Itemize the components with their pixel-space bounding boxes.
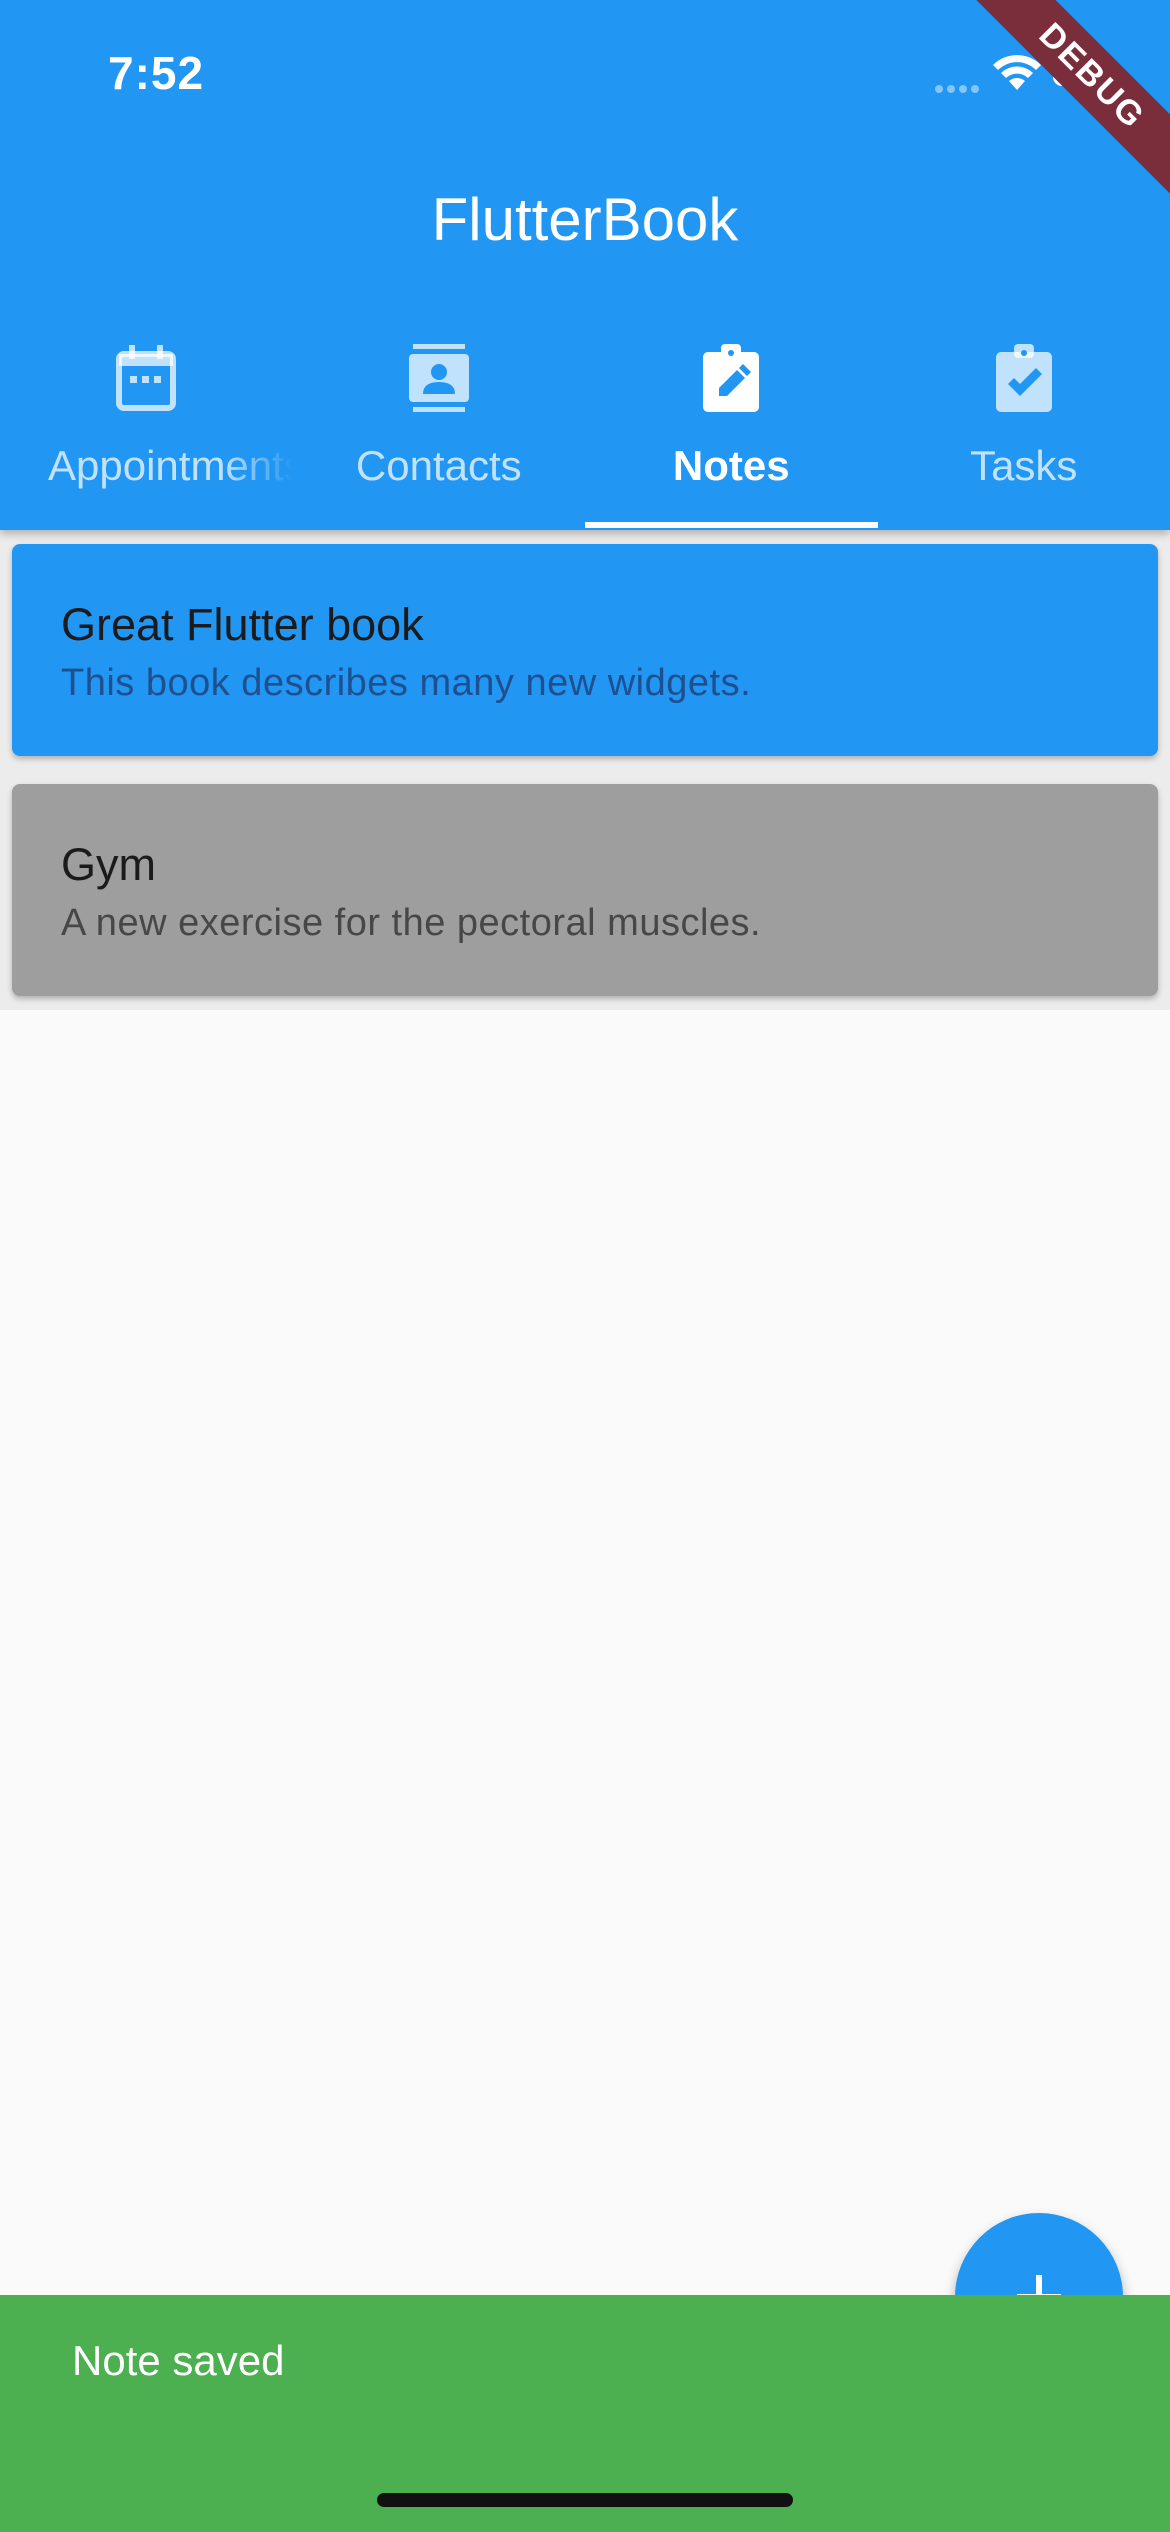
clipboard-edit-icon (703, 344, 760, 412)
tab-label: Notes (672, 442, 790, 489)
home-indicator[interactable] (377, 2493, 793, 2507)
tab-label: Tasks (970, 442, 1078, 489)
note-card[interactable]: Great Flutter book This book describes m… (12, 544, 1158, 756)
notes-list: Great Flutter book This book describes m… (0, 530, 1170, 1010)
tab-tasks[interactable]: Tasks (878, 330, 1170, 530)
clipboard-check-icon (995, 344, 1052, 412)
status-time: 7:52 (108, 47, 205, 99)
tab-notes[interactable]: Notes (585, 330, 878, 530)
calendar-icon (116, 345, 177, 411)
snackbar-message: Note saved (72, 2337, 285, 2384)
note-title: Gym (61, 839, 156, 890)
note-title: Great Flutter book (61, 599, 424, 650)
note-content: A new exercise for the pectoral muscles. (61, 902, 762, 944)
note-content: This book describes many new widgets. (61, 662, 752, 704)
tab-contacts[interactable]: Contacts (293, 330, 586, 530)
tab-bar: Appointments Contacts Notes Tasks (0, 330, 1170, 530)
tab-label: Appointments (48, 442, 293, 489)
tab-label: Contacts (355, 442, 522, 489)
debug-banner: DEBUG (970, 0, 1170, 200)
note-card[interactable]: Gym A new exercise for the pectoral musc… (12, 784, 1158, 996)
tab-appointments[interactable]: Appointments (0, 330, 293, 530)
active-tab-indicator (585, 522, 878, 528)
contact-card-icon (408, 344, 469, 412)
